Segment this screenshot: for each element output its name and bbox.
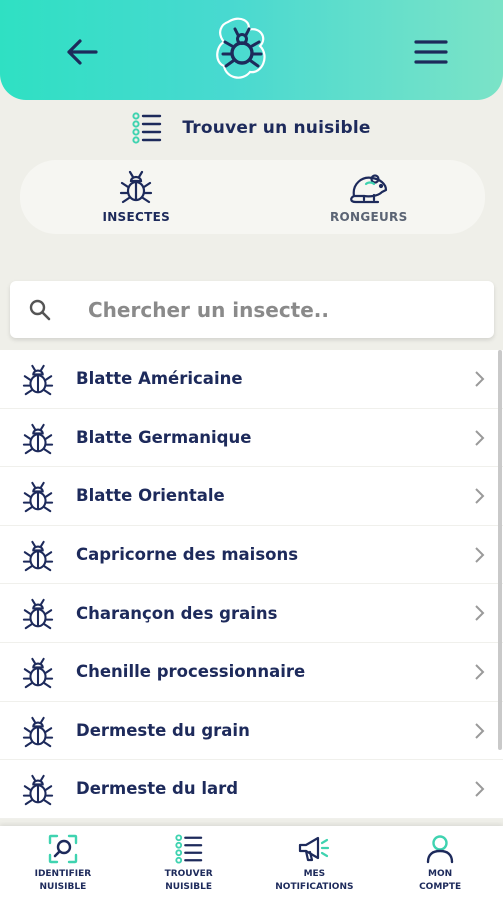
bug-icon (22, 540, 54, 571)
list-item[interactable]: Chenille processionnaire (0, 642, 503, 702)
chevron-right-icon (475, 488, 485, 504)
list-item-label: Blatte Américaine (76, 369, 243, 389)
search-bar (10, 281, 494, 338)
list-item[interactable]: Capricorne des maisons (0, 525, 503, 585)
nav-trouver-label: TROUVER NUISIBLE (164, 869, 213, 892)
menu-button[interactable] (410, 34, 452, 70)
bug-icon (22, 423, 54, 454)
nav-mon-compte[interactable]: MON COMPTE (377, 826, 503, 900)
list-scrollbar[interactable] (498, 350, 502, 750)
bug-icon (22, 657, 54, 689)
search-input[interactable] (88, 297, 488, 322)
list-item-label: Dermeste du lard (76, 779, 239, 799)
list-item-label: Blatte Orientale (76, 486, 225, 506)
app-header (0, 0, 503, 100)
tab-insectes[interactable]: INSECTES (20, 160, 253, 234)
nav-mes-notifications[interactable]: MES NOTIFICATIONS (252, 826, 378, 900)
bug-icon (22, 482, 54, 513)
pest-list: Blatte Américaine Blatte Germanique Blat… (0, 350, 503, 825)
nav-trouver-nuisible[interactable]: TROUVER NUISIBLE (126, 826, 252, 900)
tab-rongeurs[interactable]: RONGEURS (253, 160, 486, 234)
bug-icon (22, 716, 54, 747)
scan-search-icon (48, 834, 78, 864)
arrow-left-icon (67, 39, 98, 65)
list-item-label: Blatte Germanique (76, 427, 252, 447)
rodent-icon (349, 174, 387, 204)
chevron-right-icon (475, 371, 485, 387)
list-item-label: Dermeste du grain (76, 720, 250, 740)
list-item-label: Capricorne des maisons (76, 545, 299, 565)
list-item[interactable]: Dermeste du lard (0, 760, 503, 819)
list-item[interactable]: Blatte Orientale (0, 467, 503, 526)
list-icon (132, 112, 162, 144)
tab-insectes-label: INSECTES (102, 210, 171, 224)
megaphone-icon (299, 836, 330, 862)
bug-icon (22, 775, 54, 806)
chevron-right-icon (475, 429, 485, 446)
list-item[interactable]: Charançon des grains (0, 584, 503, 643)
nav-identifier-nuisible[interactable]: IDENTIFIER NUISIBLE (0, 826, 126, 900)
list-item[interactable]: Dermeste du grain (0, 701, 503, 761)
page-title-row: Trouver un nuisible (0, 108, 503, 148)
chevron-right-icon (475, 781, 485, 797)
chevron-right-icon (475, 547, 485, 563)
bug-icon (22, 364, 54, 396)
list-item-label: Chenille processionnaire (76, 662, 306, 682)
search-icon (10, 298, 70, 322)
tab-rongeurs-label: RONGEURS (329, 210, 408, 224)
hamburger-menu-icon (414, 40, 448, 64)
list-icon (174, 834, 202, 864)
chevron-right-icon (475, 664, 485, 680)
bug-icon (120, 170, 153, 204)
nav-compte-label: MON COMPTE (419, 869, 462, 892)
page-title: Trouver un nuisible (182, 118, 371, 138)
chevron-right-icon (475, 605, 485, 622)
nav-notifications-label: MES NOTIFICATIONS (275, 869, 354, 892)
bug-icon (22, 599, 54, 630)
list-item[interactable]: Blatte Américaine (0, 350, 503, 409)
list-item-label: Charançon des grains (76, 603, 278, 623)
nav-identifier-label: IDENTIFIER NUISIBLE (34, 869, 92, 892)
bug-logo-icon[interactable] (212, 16, 272, 84)
user-icon (426, 835, 454, 864)
back-button[interactable] (62, 32, 102, 72)
chevron-right-icon (475, 722, 485, 739)
category-tabs: INSECTES RONGEURS (20, 160, 485, 234)
bottom-nav: IDENTIFIER NUISIBLE TROUVER NUISIBLE MES… (0, 826, 503, 900)
list-item[interactable]: Blatte Germanique (0, 408, 503, 468)
